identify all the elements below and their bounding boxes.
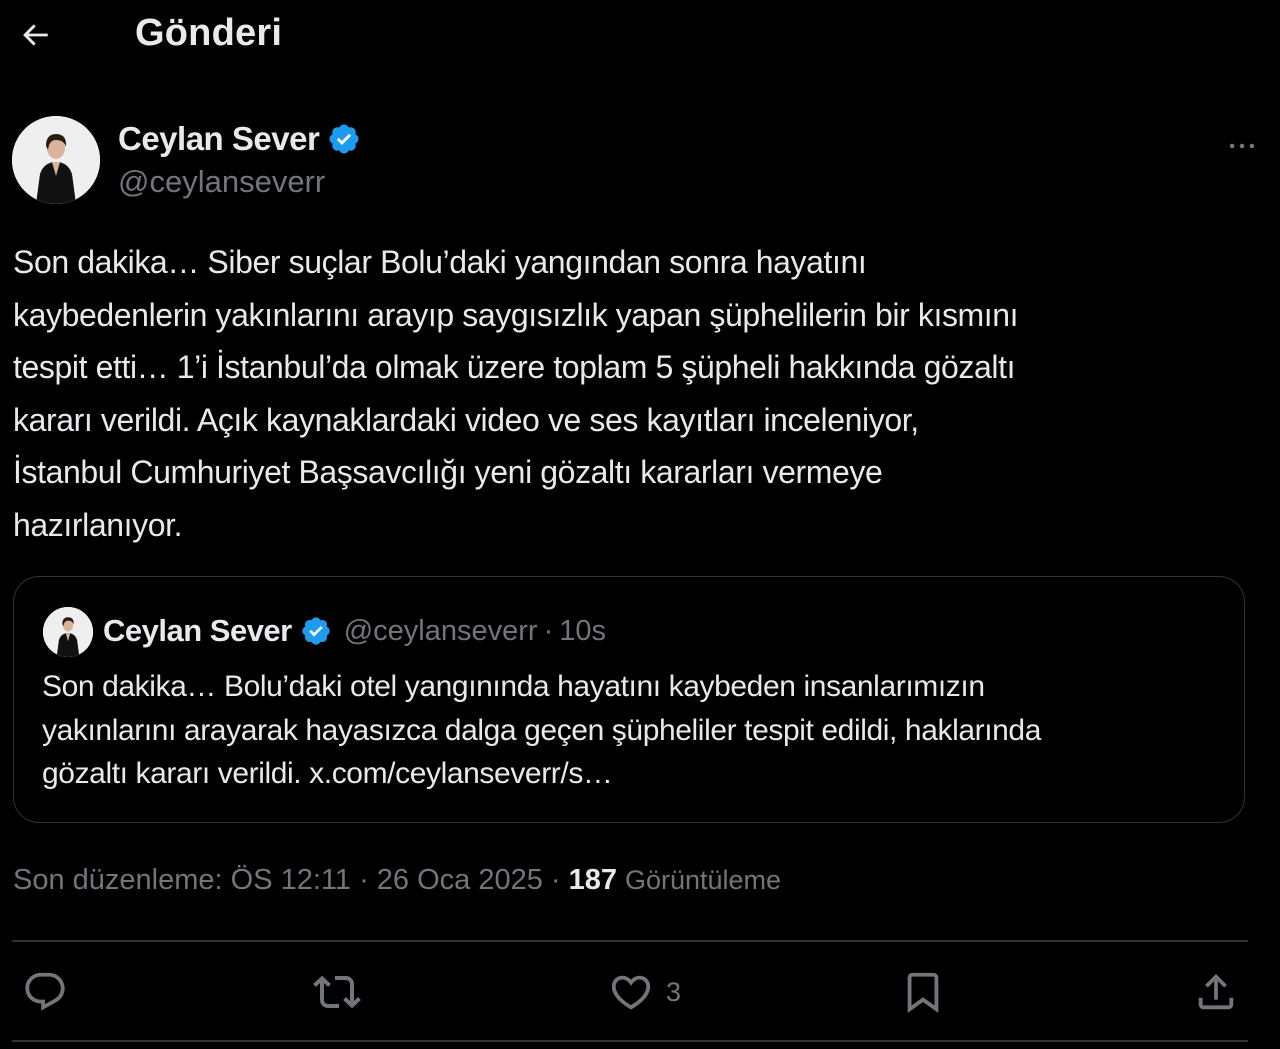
quoted-text-line: Son dakika… Bolu’daki otel yangınında ha… xyxy=(42,670,985,703)
tweet-text-line: kararı verildi. Açık kaynaklardaki video… xyxy=(13,401,919,438)
edited-timestamp[interactable]: Son düzenleme: ÖS 12:11 · 26 Oca 2025 · xyxy=(13,864,561,897)
share-button[interactable] xyxy=(1193,960,1239,1024)
divider xyxy=(12,1040,1248,1042)
tweet-text-line: kaybedenlerin yakınlarını arayıp saygısı… xyxy=(13,296,1019,333)
share-icon xyxy=(1198,973,1234,1010)
display-name: Ceylan Sever xyxy=(118,120,320,157)
avatar-photo xyxy=(12,116,100,204)
tweet-metadata: Son düzenleme: ÖS 12:11 · 26 Oca 2025 · … xyxy=(13,864,781,897)
bookmark-icon xyxy=(907,972,939,1013)
reply-button[interactable] xyxy=(22,960,68,1024)
avatar[interactable] xyxy=(12,116,100,204)
quoted-timestamp[interactable]: 10s xyxy=(559,615,606,648)
tweet-text-line: İstanbul Cumhuriyet Başsavcılığı yeni gö… xyxy=(13,454,883,490)
reply-icon xyxy=(25,972,65,1011)
quoted-text-line: gözaltı kararı verildi. x.com/ceylanseve… xyxy=(42,757,613,790)
retweet-icon xyxy=(313,975,361,1009)
retweet-button[interactable] xyxy=(313,960,361,1024)
tweet-author: Ceylan Sever @ceylanseverr xyxy=(12,116,1268,208)
verified-badge-icon xyxy=(300,615,332,647)
bookmark-button[interactable] xyxy=(900,960,946,1024)
avatar-photo xyxy=(43,607,93,657)
tweet-text: Son dakika… Siber suçlar Bolu’daki yangı… xyxy=(13,236,1263,551)
tweet-text-line: tespit etti… 1’i İstanbul’da olmak üzere… xyxy=(13,349,1016,385)
quoted-tweet-card[interactable]: Ceylan Sever @ceylanseverr · 10s Son dak… xyxy=(13,576,1245,823)
quoted-avatar xyxy=(43,607,93,657)
divider xyxy=(12,940,1248,942)
back-button[interactable] xyxy=(12,12,58,58)
like-count: 3 xyxy=(666,976,682,1007)
page-title: Gönderi xyxy=(135,12,283,54)
quoted-text: Son dakika… Bolu’daki otel yangınında ha… xyxy=(42,665,1222,796)
more-options-button[interactable] xyxy=(1220,124,1264,168)
author-name-link[interactable]: Ceylan Sever xyxy=(118,120,361,158)
heart-icon xyxy=(611,975,651,1010)
views-count: 187 xyxy=(568,864,617,896)
top-bar: Gönderi xyxy=(0,0,1280,70)
quoted-header: Ceylan Sever @ceylanseverr · 10s xyxy=(103,613,606,649)
more-horizontal-icon xyxy=(1229,143,1255,149)
quoted-handle: @ceylanseverr xyxy=(343,614,538,647)
views-label: Görüntüleme xyxy=(624,865,782,895)
quoted-display-name: Ceylan Sever xyxy=(103,613,292,648)
author-handle[interactable]: @ceylanseverr xyxy=(118,164,325,200)
like-button[interactable]: 3 xyxy=(608,960,681,1024)
tweet-text-line: Son dakika… Siber suçlar Bolu’daki yangı… xyxy=(13,244,867,280)
quoted-text-line: yakınlarını arayarak hayasızca dalga geç… xyxy=(42,713,1042,747)
action-bar: 3 xyxy=(0,960,1280,1024)
separator-dot: · xyxy=(543,614,554,647)
tweet-text-line: hazırlanıyor. xyxy=(13,506,183,543)
arrow-left-icon xyxy=(23,24,48,46)
verified-badge-icon[interactable] xyxy=(327,122,361,156)
